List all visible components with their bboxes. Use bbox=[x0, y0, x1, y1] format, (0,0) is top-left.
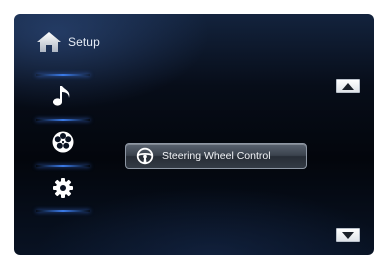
triangle-up-icon bbox=[342, 82, 354, 90]
setup-screen: Setup Steering Wheel Control bbox=[14, 14, 374, 255]
sidebar-item-video[interactable] bbox=[36, 123, 90, 161]
sidebar bbox=[36, 74, 90, 232]
scroll-down-button[interactable] bbox=[336, 228, 360, 242]
sidebar-item-audio[interactable] bbox=[36, 78, 90, 116]
sidebar-separator bbox=[36, 210, 90, 212]
music-note-icon bbox=[53, 86, 70, 106]
sidebar-separator bbox=[36, 165, 90, 167]
page-title: Setup bbox=[68, 35, 100, 49]
gear-icon bbox=[53, 178, 73, 198]
steering-wheel-control-button[interactable]: Steering Wheel Control bbox=[125, 143, 307, 169]
button-label: Steering Wheel Control bbox=[162, 150, 271, 162]
sidebar-separator bbox=[36, 74, 90, 76]
film-reel-icon bbox=[52, 131, 74, 153]
sidebar-separator bbox=[36, 119, 90, 121]
steering-wheel-icon bbox=[136, 147, 154, 165]
home-icon[interactable] bbox=[36, 31, 62, 53]
scroll-up-button[interactable] bbox=[336, 79, 360, 93]
triangle-down-icon bbox=[342, 231, 354, 239]
header: Setup bbox=[36, 30, 100, 54]
sidebar-item-settings[interactable] bbox=[36, 169, 90, 207]
